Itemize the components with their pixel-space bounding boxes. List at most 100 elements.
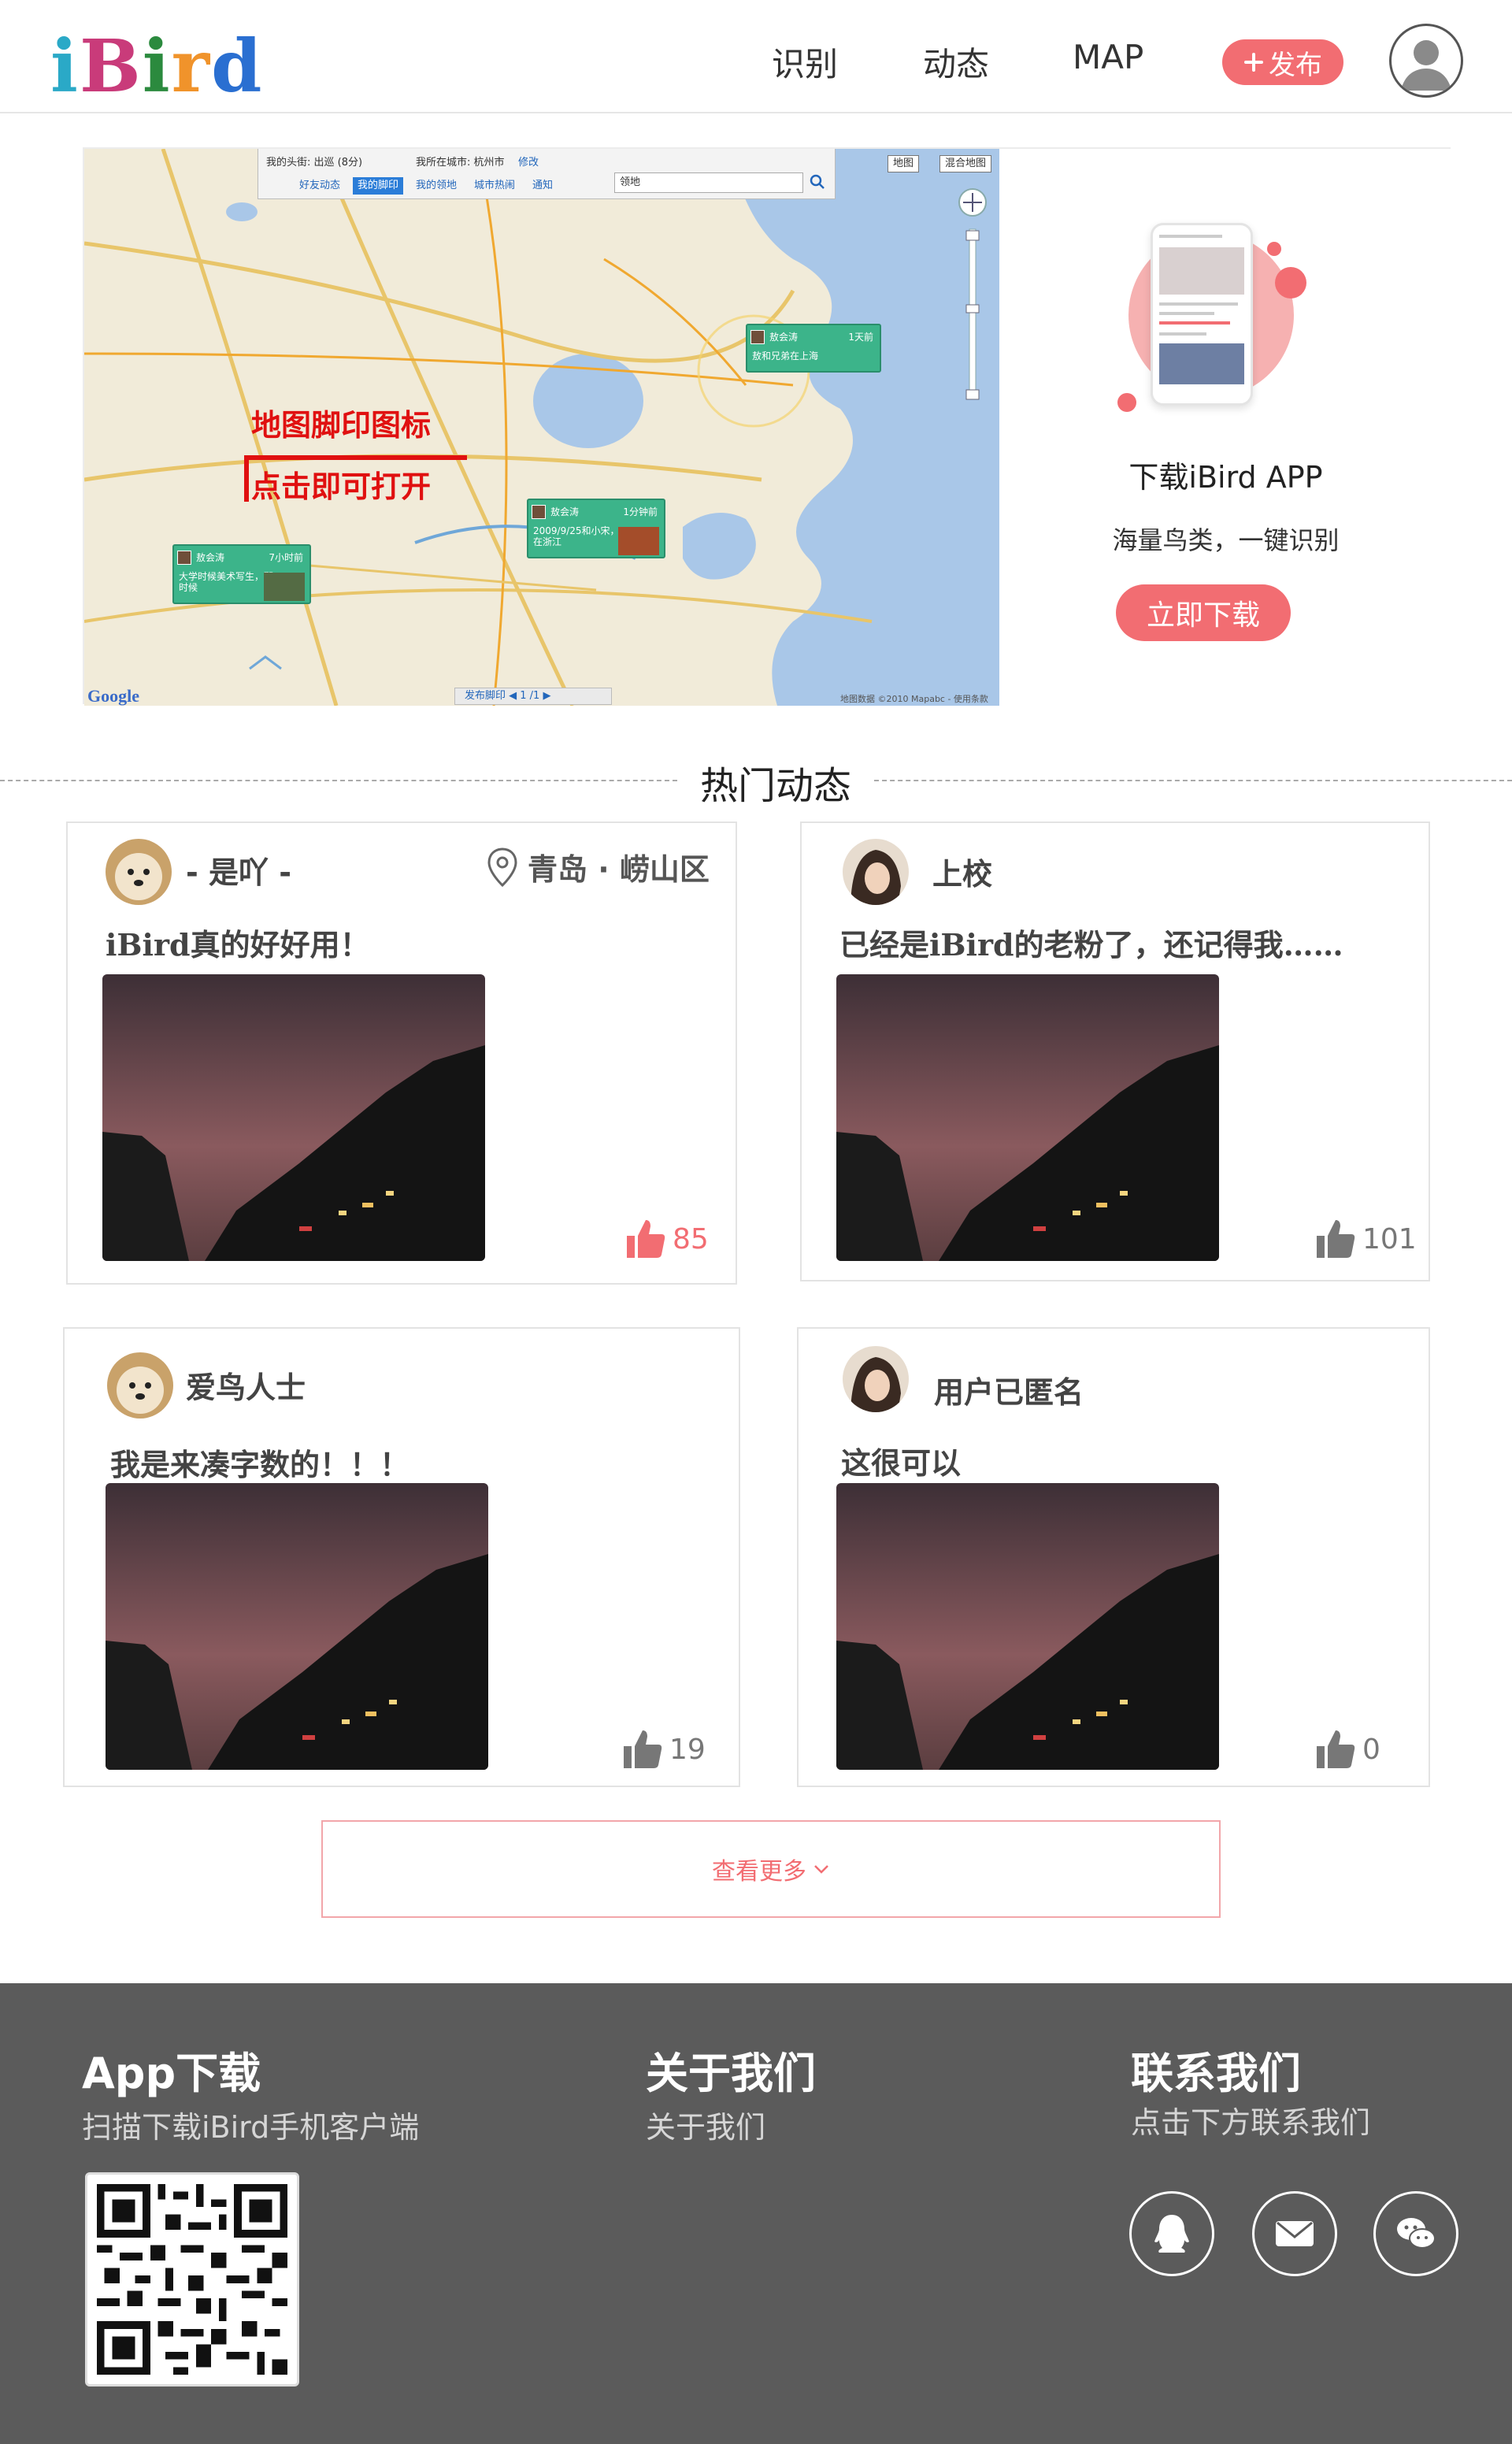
- like-button[interactable]: 101: [1314, 1217, 1417, 1261]
- map-tab-city-hot[interactable]: 城市热闹: [469, 177, 520, 195]
- nav-identify[interactable]: 识别: [772, 38, 838, 86]
- like-button[interactable]: 85: [624, 1217, 709, 1261]
- map-footprint-marker[interactable]: 敖会涛 1天前 敖和兄弟在上海: [746, 324, 881, 373]
- view-more-button[interactable]: 查看更多: [321, 1820, 1221, 1918]
- chevron-down-icon: [814, 1865, 828, 1874]
- wechat-icon: [1397, 2218, 1436, 2249]
- map-tab-notice[interactable]: 通知: [528, 177, 558, 195]
- map-pager[interactable]: 发布脚印 ◀ 1 /1 ▶: [454, 688, 612, 705]
- nav-map[interactable]: MAP: [1073, 38, 1143, 76]
- footer-app-subtitle: 扫描下载iBird手机客户端: [82, 2110, 420, 2145]
- location-pin-icon: [487, 847, 517, 887]
- footer-about-link[interactable]: 关于我们: [646, 2103, 765, 2146]
- marker-text: 2009/9/25和小宋，在浙江: [533, 525, 620, 547]
- download-now-button[interactable]: 立即下载: [1116, 584, 1291, 641]
- post-photo[interactable]: [102, 974, 485, 1261]
- marker-avatar: [750, 330, 765, 344]
- post-username[interactable]: 用户已匿名: [934, 1368, 1084, 1411]
- marker-photo: [618, 527, 659, 555]
- post-username[interactable]: 上校: [932, 850, 992, 893]
- post-photo[interactable]: [106, 1483, 488, 1770]
- thumbs-up-icon: [1317, 1730, 1355, 1768]
- qq-icon: [1154, 2215, 1189, 2253]
- footprint-map[interactable]: 我的头街: 出巡 (8分) 我所在城市: 杭州市 修改 好友动态 我的脚印 我的…: [84, 149, 999, 706]
- like-button[interactable]: 0: [1314, 1727, 1380, 1771]
- avatar[interactable]: [107, 1352, 173, 1419]
- dog-avatar-icon: [107, 1352, 173, 1419]
- map-tab-friends[interactable]: 好友动态: [295, 177, 345, 195]
- map-callout-line1: 地图脚印图标: [251, 408, 432, 443]
- map-footprint-marker[interactable]: 敖会涛 7小时前 大学时候美术写生，那时候: [172, 544, 311, 604]
- footer: App下载 扫描下载iBird手机客户端 关于我们 关于我们 联系我们 点击下方…: [0, 1983, 1512, 2444]
- user-icon: [1401, 40, 1451, 91]
- nav-feed[interactable]: 动态: [923, 38, 989, 86]
- post-username[interactable]: - 是吖 -: [186, 848, 291, 892]
- post-text: 我是来凑字数的！！！: [110, 1447, 410, 1482]
- map-type-map[interactable]: 地图: [888, 155, 920, 172]
- top-navbar: i B i r d 识别 动态 MAP 发布: [0, 0, 1512, 113]
- girl-avatar-icon: [843, 839, 909, 905]
- footer-contact-title: 联系我们: [1131, 2049, 1301, 2098]
- promo-title: 下载iBird APP: [1128, 460, 1323, 495]
- thumbs-up-icon: [627, 1220, 665, 1258]
- logo-letter: B: [79, 24, 143, 109]
- post-card[interactable]: 上校 已经是iBird的老粉了，还记得我…… 101: [800, 821, 1430, 1281]
- marker-time: 7小时前: [269, 552, 303, 563]
- page: i B i r d 识别 动态 MAP 发布 我的头街: 出巡 (8分) 我所在…: [0, 0, 1512, 2444]
- ibird-logo[interactable]: i B i r d: [50, 16, 263, 102]
- map-copyright: 地图数据 ©2010 Mapabc - 使用条款: [840, 694, 988, 704]
- post-card[interactable]: - 是吖 - 青岛 · 崂山区 iBird真的好好用！ 85: [66, 821, 737, 1285]
- marker-avatar: [177, 551, 191, 565]
- footer-about-title: 关于我们: [646, 2049, 816, 2098]
- mail-button[interactable]: [1252, 2191, 1337, 2276]
- marker-user: 敖会涛: [550, 506, 580, 517]
- logo-letter: d: [211, 24, 264, 109]
- map-tab-territory[interactable]: 我的领地: [411, 177, 461, 195]
- promo-dot: [1275, 267, 1306, 299]
- post-location: 青岛 · 崂山区: [485, 845, 710, 888]
- post-card[interactable]: 爱鸟人士 我是来凑字数的！！！ 19: [63, 1327, 740, 1787]
- post-photo[interactable]: [836, 1483, 1219, 1770]
- marker-text: 敖和兄弟在上海: [752, 350, 819, 362]
- like-count: 85: [673, 1222, 709, 1255]
- post-photo[interactable]: [836, 974, 1219, 1261]
- girl-avatar-icon: [843, 1346, 909, 1412]
- like-button[interactable]: 19: [621, 1727, 706, 1771]
- map-search-input[interactable]: 领地: [614, 172, 803, 193]
- search-icon[interactable]: [810, 174, 825, 190]
- app-download-promo: 下载iBird APP 海量鸟类，一键识别 立即下载: [999, 149, 1452, 706]
- qq-button[interactable]: [1129, 2191, 1214, 2276]
- footer-contact-subtitle: 点击下方联系我们: [1131, 2105, 1371, 2140]
- zoom-slider-icon: [958, 188, 987, 400]
- promo-dot: [1117, 393, 1136, 412]
- map-tab-my-footprints[interactable]: 我的脚印: [353, 177, 404, 195]
- avatar[interactable]: [106, 839, 172, 905]
- post-text: 已经是iBird的老粉了，还记得我……: [839, 927, 1343, 962]
- user-avatar-button[interactable]: [1389, 24, 1463, 98]
- map-type-hybrid[interactable]: 混合地图: [939, 155, 992, 172]
- marker-user: 敖会涛: [196, 552, 225, 563]
- publish-button[interactable]: 发布: [1222, 39, 1343, 85]
- promo-dot: [1267, 242, 1281, 256]
- map-city-edit-link[interactable]: 修改: [518, 154, 539, 169]
- map-city-label: 我所在城市: 杭州市: [416, 157, 505, 169]
- view-more-label: 查看更多: [712, 1858, 806, 1886]
- map-toolbar: 我的头街: 出巡 (8分) 我所在城市: 杭州市 修改 好友动态 我的脚印 我的…: [258, 149, 836, 199]
- map-zoom-control[interactable]: [957, 187, 988, 423]
- post-text: 这很可以: [841, 1445, 962, 1481]
- map-footprint-marker[interactable]: 敖会涛 1分钟前 2009/9/25和小宋，在浙江: [527, 499, 665, 558]
- marker-photo: [264, 573, 305, 601]
- thumbs-up-icon: [624, 1730, 662, 1768]
- section-divider: [874, 780, 1512, 781]
- avatar[interactable]: [843, 1346, 909, 1412]
- post-username[interactable]: 爱鸟人士: [186, 1363, 306, 1407]
- google-logo: Google: [87, 686, 139, 706]
- marker-text: 大学时候美术写生，那时候: [179, 571, 274, 593]
- map-callout-line2: 点击即可打开: [251, 469, 432, 504]
- promo-subtitle: 海量鸟类，一键识别: [1112, 525, 1340, 555]
- avatar[interactable]: [843, 839, 909, 905]
- like-count: 0: [1362, 1733, 1380, 1766]
- qr-code-image[interactable]: [85, 2172, 299, 2387]
- post-card[interactable]: 用户已匿名 这很可以 0: [797, 1327, 1430, 1787]
- wechat-button[interactable]: [1373, 2191, 1458, 2276]
